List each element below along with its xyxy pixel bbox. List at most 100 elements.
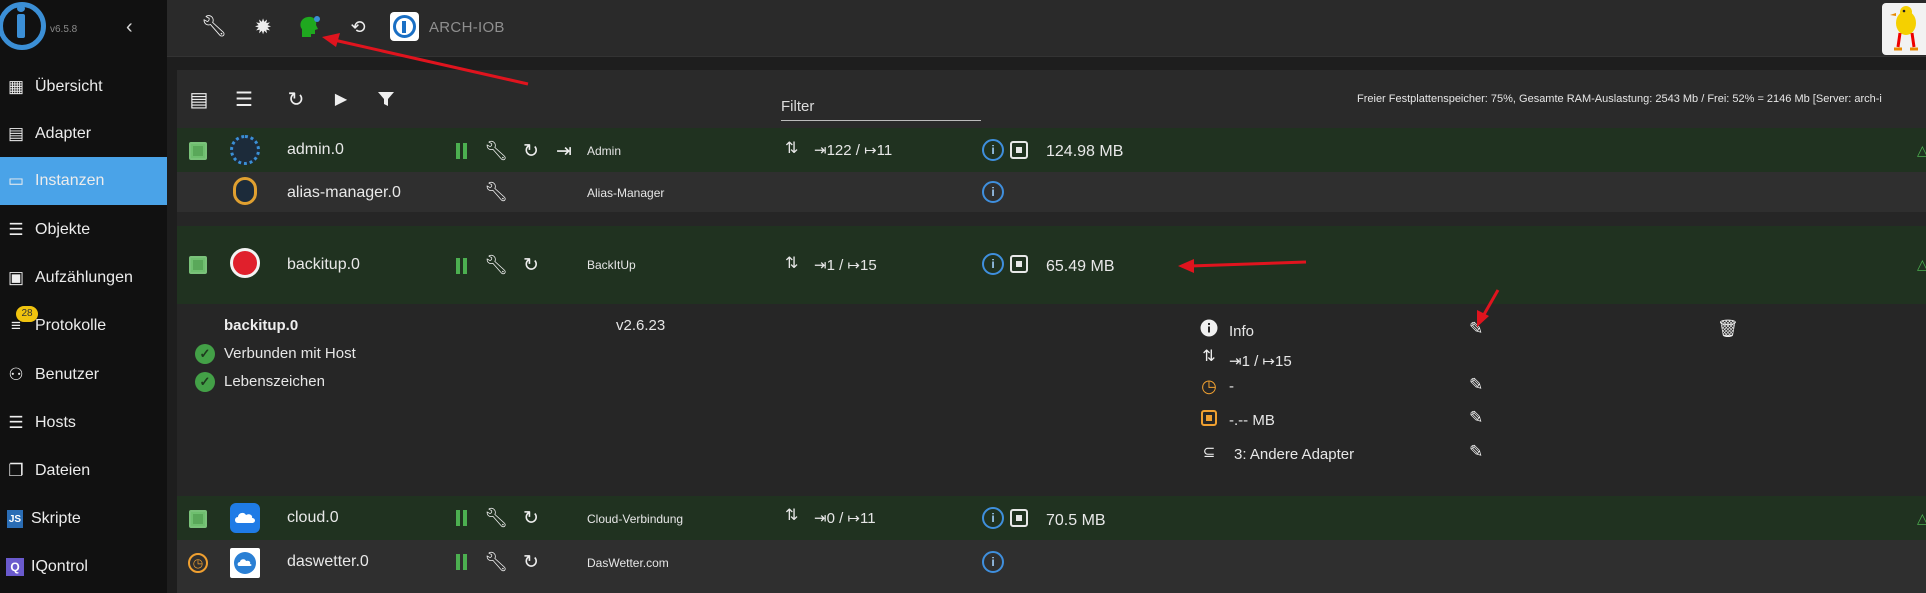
restart-icon[interactable]: ↻	[519, 139, 543, 163]
iqontrol-icon: Q	[6, 558, 24, 576]
pause-icon[interactable]	[455, 554, 469, 570]
ram-chip-icon	[1010, 255, 1028, 273]
enum-icon: ▣	[7, 268, 25, 287]
sidebar-item-iqontrol[interactable]: Q IQontrol	[0, 543, 167, 591]
alias-adapter-icon	[233, 177, 257, 205]
memory-usage: 65.49 MB	[1046, 258, 1115, 275]
list-view-icon[interactable]: ☰	[231, 86, 257, 112]
wrench-icon[interactable]: 🔧︎	[484, 253, 508, 277]
sidebar-item-aufzaehlungen[interactable]: ▣ Aufzählungen	[0, 254, 167, 302]
sidebar-item-objekte[interactable]: ☰ Objekte	[0, 206, 167, 254]
collapse-menu-icon[interactable]: ‹	[126, 16, 133, 39]
filter-icon[interactable]	[373, 86, 399, 112]
refresh-icon[interactable]: ↻	[283, 86, 309, 112]
admin-adapter-icon	[230, 135, 260, 165]
edit-ram-icon[interactable]: ✎	[1469, 408, 1489, 428]
play-icon[interactable]: ▶	[328, 86, 354, 112]
instance-name: backitup.0	[287, 256, 360, 273]
wrench-icon[interactable]: 🔧︎	[484, 139, 508, 163]
instance-row-backitup[interactable]: backitup.0 🔧︎ ↻ BackItUp ⇅ ⇥1 / ↦15 i 65…	[177, 226, 1926, 304]
wrench-icon[interactable]: 🔧︎	[484, 180, 508, 204]
adapter-title: Admin	[587, 144, 622, 158]
host-logo-bar	[402, 21, 406, 33]
status-checkbox[interactable]	[189, 510, 207, 528]
brightness-icon[interactable]: ✹	[250, 14, 276, 40]
filter-input[interactable]: Filter	[781, 98, 814, 115]
edit-schedule-icon[interactable]: ✎	[1469, 375, 1489, 395]
row-divider	[177, 212, 1926, 226]
filter-underline	[781, 120, 981, 121]
instance-name: cloud.0	[287, 509, 339, 526]
logo-dot	[17, 5, 25, 12]
pause-icon[interactable]	[455, 143, 469, 159]
sidebar-item-label: Objekte	[35, 221, 91, 238]
wrench-icon[interactable]: 🔧︎	[484, 550, 508, 574]
table-view-icon[interactable]: ▤	[186, 86, 212, 112]
delete-icon[interactable]: 🗑︎	[1717, 319, 1739, 339]
info-icon[interactable]: i	[982, 181, 1004, 203]
connected-check-icon: ✓	[195, 344, 215, 364]
info-icon[interactable]: i	[982, 139, 1004, 161]
instances-icon: ▭	[7, 171, 25, 190]
sidebar-item-adapter[interactable]: ▤ Adapter	[0, 110, 167, 158]
adapter-title: DasWetter.com	[587, 556, 669, 570]
daswetter-adapter-icon	[230, 548, 260, 578]
sidebar-item-uebersicht[interactable]: ▦ Übersicht	[0, 63, 167, 111]
sidebar-item-label: Hosts	[35, 414, 76, 431]
wrench-icon[interactable]: 🔧︎	[484, 506, 508, 530]
pause-icon[interactable]	[455, 510, 469, 526]
instance-name: alias-manager.0	[287, 184, 401, 201]
expert-mode-icon[interactable]	[296, 14, 322, 40]
list-icon: ☰	[8, 220, 24, 239]
host-logo	[390, 12, 419, 41]
open-link-icon[interactable]: ⇥	[552, 139, 576, 163]
ram-limit-chip-core	[1206, 415, 1212, 421]
sidebar-item-label: Adapter	[35, 125, 92, 142]
sidebar-item-dateien[interactable]: ❐ Dateien	[0, 447, 167, 495]
backitup-adapter-icon	[230, 248, 260, 278]
detail-info-label: Info	[1229, 323, 1255, 340]
events-icon: ⇅	[1202, 348, 1216, 365]
edit-tier-icon[interactable]: ✎	[1469, 442, 1489, 462]
hosts-icon: ☰	[8, 413, 24, 432]
ram-chip-icon	[1010, 509, 1028, 527]
info-icon[interactable]: i	[982, 507, 1004, 529]
user-icon: ⚇	[8, 365, 24, 384]
avatar[interactable]	[1882, 3, 1926, 55]
wrench-icon[interactable]: 🔧︎	[201, 14, 228, 40]
status-checkbox[interactable]	[189, 256, 207, 274]
sidebar-item-protokolle[interactable]: ≡ 28 Protokolle	[0, 302, 167, 350]
sidebar-item-skripte[interactable]: JS Skripte	[0, 495, 167, 543]
sidebar-item-benutzer[interactable]: ⚇ Benutzer	[0, 351, 167, 399]
memory-usage: 70.5 MB	[1046, 512, 1106, 529]
sidebar-item-label: Skripte	[31, 510, 81, 527]
instance-row-alias-manager[interactable]: alias-manager.0 🔧︎ Alias-Manager i	[177, 172, 1926, 212]
restart-icon[interactable]: ↻	[519, 253, 543, 277]
host-title: ARCH-IOB	[429, 19, 505, 36]
sync-off-icon[interactable]: ⟲	[345, 14, 371, 40]
detail-instance-name: backitup.0	[224, 317, 299, 334]
instance-row-daswetter[interactable]: ◷ daswetter.0 🔧︎ ↻ DasWetter.com i	[177, 540, 1926, 593]
instance-row-admin[interactable]: admin.0 🔧︎ ↻ ⇥ Admin ⇅ ⇥122 / ↦11 i 124.…	[177, 128, 1926, 172]
sidebar-item-hosts[interactable]: ☰ Hosts	[0, 399, 167, 447]
app-window: v6.5.8 ‹ ▦ Übersicht ▤ Adapter ▭ Instanz…	[0, 0, 1926, 593]
status-checkbox[interactable]	[189, 142, 207, 160]
restart-icon[interactable]: ↻	[519, 506, 543, 530]
info-icon[interactable]: i	[982, 551, 1004, 573]
log-level-icon: △	[1917, 256, 1926, 272]
edit-info-icon[interactable]: ✎	[1469, 319, 1489, 339]
pause-icon[interactable]	[455, 258, 469, 274]
instance-row-cloud[interactable]: cloud.0 🔧︎ ↻ Cloud-Verbindung ⇅ ⇥0 / ↦11…	[177, 496, 1926, 540]
sidebar: v6.5.8 ‹ ▦ Übersicht ▤ Adapter ▭ Instanz…	[0, 0, 167, 593]
tier-icon: ⊆	[1202, 444, 1216, 461]
iobroker-logo: v6.5.8 ‹	[0, 0, 167, 55]
detail-version: v2.6.23	[616, 317, 666, 334]
instances-panel: ▤ ☰ ↻ ▶ Filter Freier Festplattenspeiche…	[177, 70, 1926, 593]
restart-icon[interactable]: ↻	[519, 550, 543, 574]
store-icon: ▤	[7, 124, 25, 143]
info-filled-icon	[1199, 318, 1219, 338]
cloud-svg	[235, 512, 255, 523]
sidebar-item-instanzen[interactable]: ▭ Instanzen	[0, 157, 167, 205]
info-icon[interactable]: i	[982, 253, 1004, 275]
detail-events: ⇥1 / ↦15	[1229, 353, 1292, 370]
